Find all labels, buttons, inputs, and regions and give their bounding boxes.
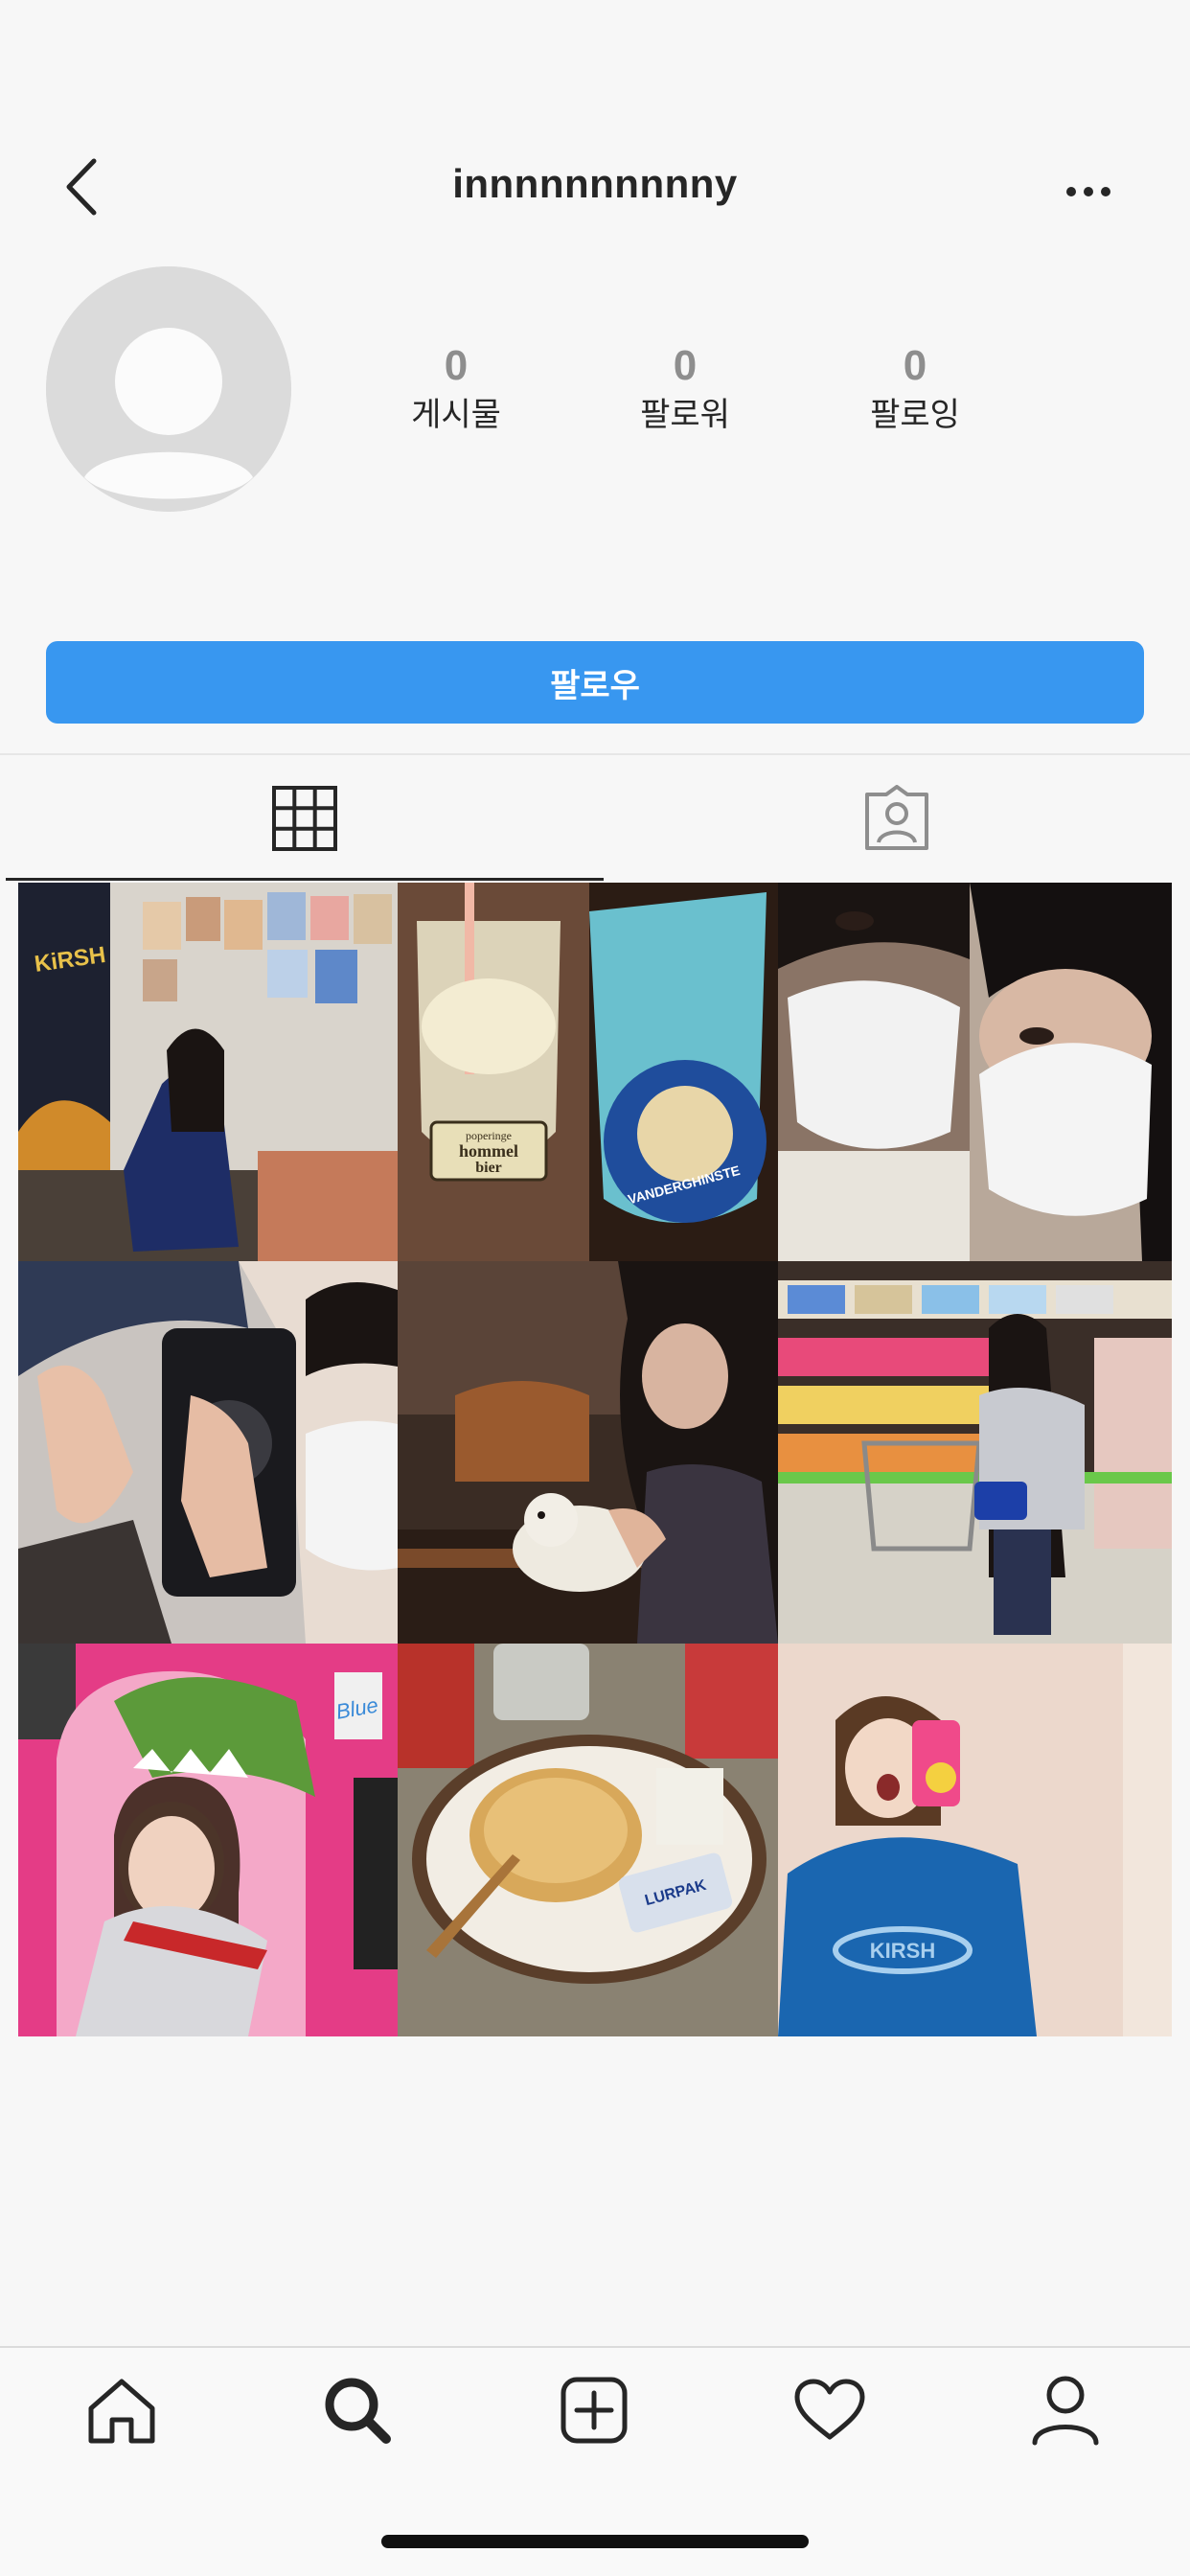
grid-icon: [272, 786, 337, 851]
photo-post-8[interactable]: LURPAK: [398, 1644, 778, 2036]
photo-image: [18, 1261, 398, 1644]
photo-post-1[interactable]: KiRSH: [18, 883, 398, 1261]
avatar[interactable]: [46, 266, 291, 512]
followers-stat[interactable]: 0 팔로워: [589, 340, 781, 436]
followers-label: 팔로워: [640, 397, 730, 433]
add-post-icon: [561, 2377, 628, 2444]
nav-add-post-button[interactable]: [537, 2367, 652, 2453]
svg-text:hommel: hommel: [459, 1141, 518, 1161]
photo-image: [778, 1261, 1172, 1644]
photo-image: [778, 883, 1172, 1261]
photo-image: LURPAK: [398, 1644, 778, 2036]
photo-image: KIRSH: [778, 1644, 1172, 2036]
search-icon: [325, 2378, 391, 2444]
photo-post-9[interactable]: KIRSH: [778, 1644, 1172, 2036]
photo-grid: KiRSH poperinge hommel bier VANDERGHINST…: [18, 883, 1172, 2036]
photo-post-4[interactable]: [18, 1261, 398, 1644]
posts-label: 게시물: [411, 397, 501, 433]
following-count: 0: [903, 342, 927, 389]
nav-search-button[interactable]: [300, 2367, 415, 2453]
heart-icon: [794, 2379, 865, 2440]
more-horizontal-icon: [1066, 187, 1110, 196]
photo-post-6[interactable]: [778, 1261, 1172, 1644]
profile-icon: [1032, 2376, 1099, 2446]
profile-username: innnnnnnnnny: [452, 161, 738, 206]
active-tab-indicator: [6, 878, 604, 881]
tagged-user-icon: [865, 785, 928, 850]
more-options-button[interactable]: [1064, 180, 1113, 203]
nav-home-button[interactable]: [64, 2367, 179, 2453]
followers-count: 0: [673, 342, 698, 389]
photo-image: poperinge hommel bier VANDERGHINSTE: [398, 883, 778, 1261]
photo-image: KiRSH: [18, 883, 398, 1261]
photo-post-7[interactable]: Blue: [18, 1644, 398, 2036]
photo-post-5[interactable]: [398, 1261, 778, 1644]
svg-text:poperinge: poperinge: [466, 1129, 512, 1142]
home-indicator[interactable]: [381, 2535, 809, 2548]
home-icon: [88, 2379, 155, 2444]
following-label: 팔로잉: [870, 397, 960, 433]
posts-count: 0: [444, 342, 469, 389]
photo-image: Blue: [18, 1644, 398, 2036]
photo-post-3[interactable]: [778, 883, 1172, 1261]
tab-tagged[interactable]: [604, 757, 1190, 880]
tabs-divider: [0, 753, 1190, 755]
nav-activity-button[interactable]: [772, 2367, 887, 2453]
following-stat[interactable]: 0 팔로잉: [819, 340, 1011, 436]
default-avatar-icon: [46, 266, 291, 512]
svg-text:bier: bier: [475, 1160, 502, 1176]
photo-image: [398, 1261, 778, 1644]
nav-profile-button[interactable]: [1008, 2367, 1123, 2453]
photo-post-2[interactable]: poperinge hommel bier VANDERGHINSTE: [398, 883, 778, 1261]
tab-grid[interactable]: [6, 757, 604, 880]
bottom-nav-divider: [0, 2346, 1190, 2348]
svg-text:KIRSH: KIRSH: [870, 1939, 935, 1963]
posts-stat[interactable]: 0 게시물: [360, 340, 552, 436]
follow-button[interactable]: 팔로우: [46, 641, 1144, 724]
